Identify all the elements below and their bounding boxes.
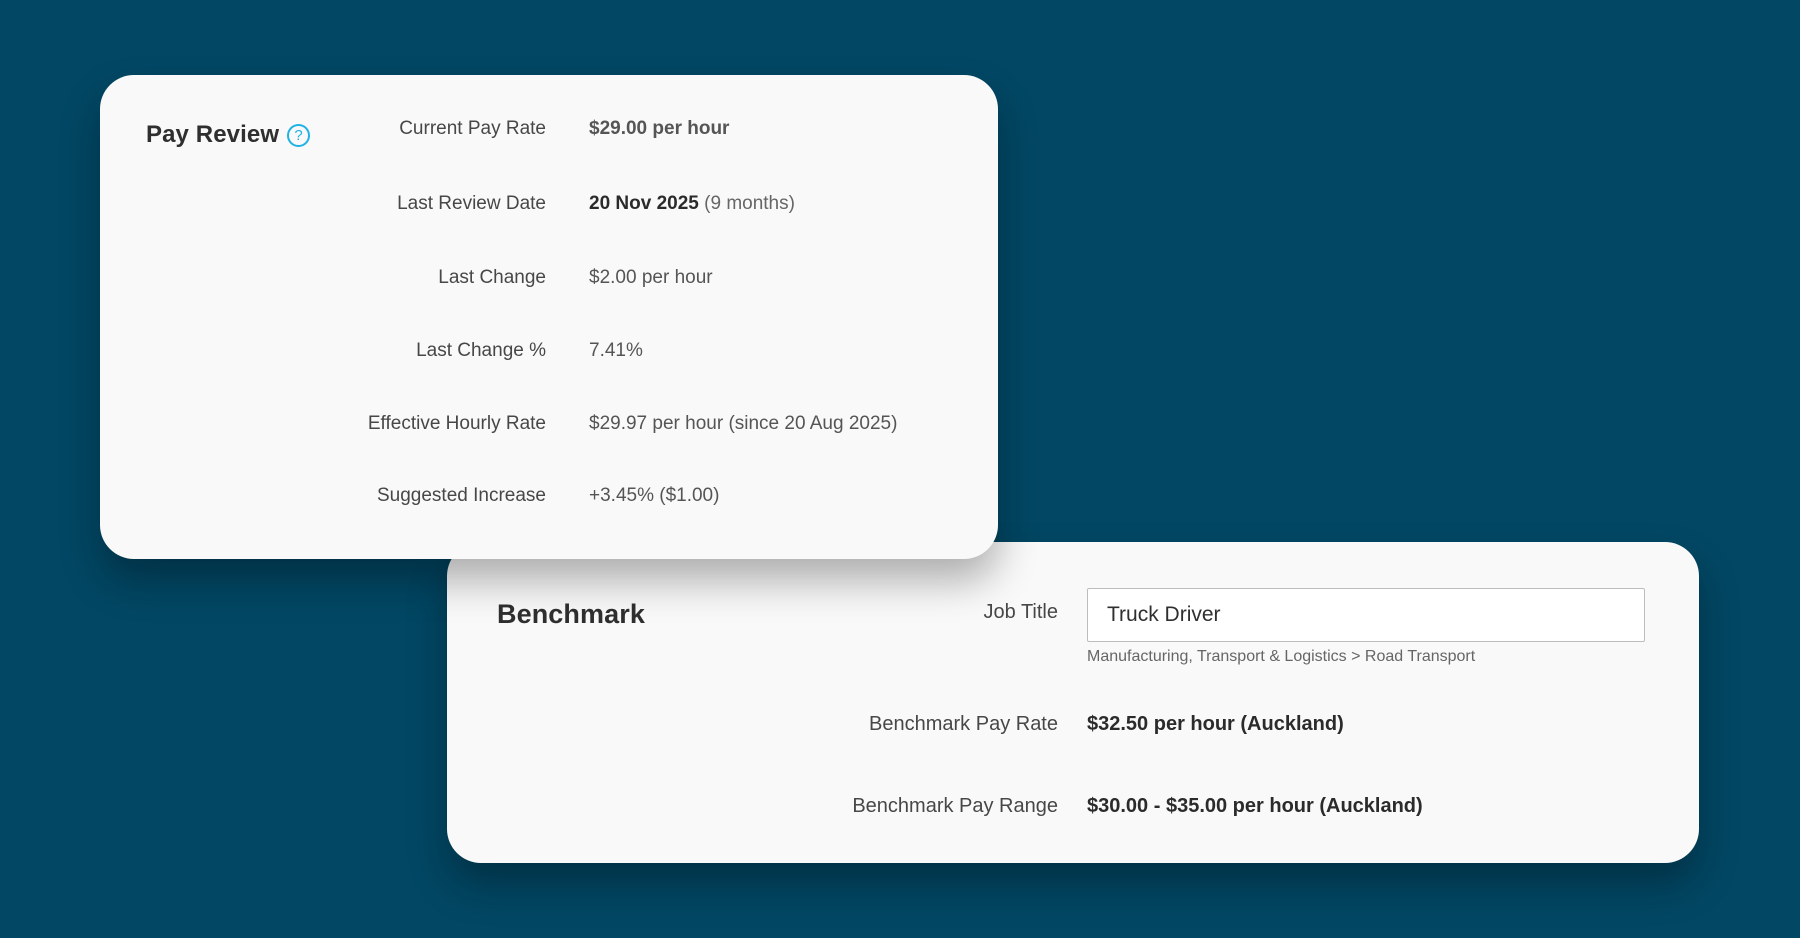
last-review-date-label: Last Review Date <box>397 193 546 214</box>
job-title-label: Job Title <box>983 601 1058 623</box>
current-pay-rate-value: $29.00 per hour <box>589 118 730 139</box>
suggested-increase-value: +3.45% ($1.00) <box>589 485 720 506</box>
benchmark-card: Benchmark Job Title Manufacturing, Trans… <box>447 542 1699 863</box>
job-title-input[interactable] <box>1087 588 1645 642</box>
benchmark-pay-rate-row: Benchmark Pay Rate $32.50 per hour (Auck… <box>447 713 1699 743</box>
last-change-percent-label: Last Change % <box>416 340 546 361</box>
benchmark-pay-range-row: Benchmark Pay Range $30.00 - $35.00 per … <box>447 795 1699 825</box>
last-change-row: Last Change $2.00 per hour <box>100 267 998 297</box>
last-change-value: $2.00 per hour <box>589 267 713 288</box>
benchmark-pay-range-value: $30.00 - $35.00 per hour (Auckland) <box>1087 795 1423 817</box>
last-change-percent-row: Last Change % 7.41% <box>100 340 998 370</box>
job-category-path: Manufacturing, Transport & Logistics > R… <box>1087 648 1476 665</box>
pay-review-card: Pay Review ? Current Pay Rate $29.00 per… <box>100 75 998 559</box>
last-review-date: 20 Nov 2025 <box>589 193 699 214</box>
last-review-date-value: 20 Nov 2025 (9 months) <box>589 193 795 215</box>
benchmark-pay-rate-value: $32.50 per hour (Auckland) <box>1087 713 1344 735</box>
effective-hourly-rate-value: $29.97 per hour (since 20 Aug 2025) <box>589 413 898 434</box>
effective-hourly-rate-row: Effective Hourly Rate $29.97 per hour (s… <box>100 413 998 443</box>
last-review-date-row: Last Review Date 20 Nov 2025 (9 months) <box>100 193 998 223</box>
effective-hourly-rate-label: Effective Hourly Rate <box>367 413 546 434</box>
last-change-label: Last Change <box>438 267 546 288</box>
current-pay-rate-row: Current Pay Rate $29.00 per hour <box>100 118 998 148</box>
page-stage: Pay Review ? Current Pay Rate $29.00 per… <box>0 0 1800 938</box>
benchmark-pay-range-label: Benchmark Pay Range <box>852 795 1058 817</box>
current-pay-rate-label: Current Pay Rate <box>399 118 546 139</box>
benchmark-pay-rate-label: Benchmark Pay Rate <box>869 713 1058 735</box>
suggested-increase-row: Suggested Increase +3.45% ($1.00) <box>100 485 998 515</box>
last-review-relative: (9 months) <box>704 193 795 214</box>
suggested-increase-label: Suggested Increase <box>376 485 546 506</box>
last-change-percent-value: 7.41% <box>589 340 643 361</box>
